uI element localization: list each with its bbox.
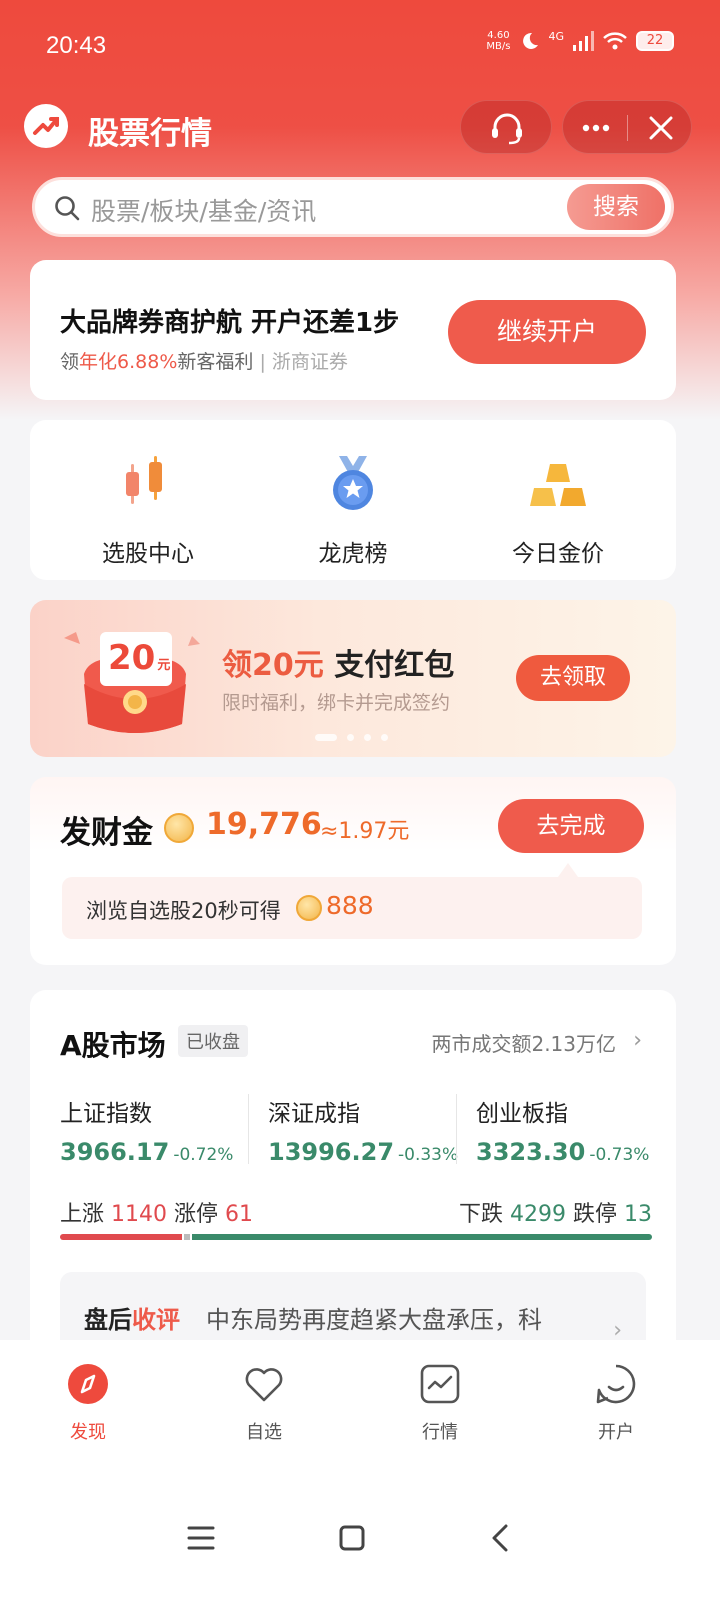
continue-open-account-button[interactable]: 继续开户 xyxy=(448,300,646,364)
advance-decline-bar xyxy=(60,1234,652,1240)
status-time: 20:43 xyxy=(46,32,107,59)
back-icon[interactable] xyxy=(488,1522,512,1554)
fortune-card: 发财金 19,776 ≈1.97元 去完成 浏览自选股20秒可得 888 xyxy=(30,777,676,965)
open-account-subtitle: 领年化6.88%新客福利 | 浙商证券 xyxy=(60,351,348,373)
task-tip: 浏览自选股20秒可得 888 xyxy=(62,877,642,939)
gold-bars-icon xyxy=(530,464,586,506)
bottom-tab-bar: 发现 自选 行情 开户 xyxy=(0,1340,720,1600)
market-title: A股市场 xyxy=(60,1029,166,1062)
red-packet-amount: 20 元 xyxy=(108,638,171,678)
capsule-menu xyxy=(562,100,692,154)
review-text: 中东局势再度趋紧大盘承压，科 xyxy=(206,1306,542,1334)
app-logo-icon xyxy=(24,104,68,148)
search-button[interactable]: 搜索 xyxy=(567,184,665,230)
network-speed: 4.60 MB/s xyxy=(486,30,511,52)
coin-icon xyxy=(164,813,194,843)
headset-icon xyxy=(492,113,522,145)
capsule-divider xyxy=(627,115,628,141)
medal-icon xyxy=(333,456,373,510)
advance-segment xyxy=(60,1234,182,1240)
banner-title: 领20元 支付红包 xyxy=(222,648,455,683)
decline-segment xyxy=(191,1234,652,1240)
signal-icon xyxy=(573,31,594,51)
tip-pointer xyxy=(558,863,578,877)
search-input[interactable]: 股票/板块/基金/资讯 xyxy=(91,192,316,228)
tools-card: 选股中心 龙虎榜 今日金价 xyxy=(30,420,676,580)
tab-discover[interactable]: 发现 xyxy=(28,1362,148,1444)
fortune-coins: 19,776 xyxy=(206,807,322,842)
open-account-title: 大品牌券商护航 开户还差1步 xyxy=(60,308,400,338)
tool-dragon-tiger-list[interactable]: 龙虎榜 xyxy=(263,454,443,568)
tab-market[interactable]: 行情 xyxy=(380,1362,500,1444)
tool-stock-picker[interactable]: 选股中心 xyxy=(58,454,238,568)
index-divider xyxy=(456,1094,457,1164)
menu-icon[interactable] xyxy=(186,1524,216,1552)
index-divider xyxy=(248,1094,249,1164)
fortune-label: 发财金 xyxy=(60,815,153,851)
review-label: 盘后收评 xyxy=(84,1306,180,1334)
claim-button[interactable]: 去领取 xyxy=(516,655,630,701)
battery-icon: 22 xyxy=(636,31,674,51)
market-status-badge: 已收盘 xyxy=(178,1025,248,1057)
app-title: 股票行情 xyxy=(88,116,212,152)
task-tip-text: 浏览自选股20秒可得 xyxy=(86,899,281,923)
market-breadth: 上涨 1140 涨停 61 下跌 4299 跌停 13 xyxy=(60,1202,652,1227)
chevron-right-icon[interactable]: › xyxy=(633,1028,642,1053)
red-packet-banner[interactable]: 20 元 领20元 支付红包 限时福利，绑卡并完成签约 去领取 xyxy=(30,600,676,757)
candlestick-icon xyxy=(126,456,162,504)
a-share-market-card: A股市场 已收盘 两市成交额2.13万亿 › 上证指数 3966.17 -0.72… xyxy=(30,990,676,1352)
customer-service-button[interactable] xyxy=(460,100,552,154)
app-bar: 股票行情 xyxy=(0,100,720,156)
market-volume-link[interactable]: 两市成交额2.13万亿 xyxy=(431,1028,616,1057)
close-icon[interactable] xyxy=(647,114,675,142)
heart-icon xyxy=(245,1368,283,1402)
tab-open-account[interactable]: 开户 xyxy=(556,1362,676,1444)
status-icons: 4.60 MB/s 4G 22 xyxy=(486,30,674,52)
home-icon[interactable] xyxy=(338,1524,366,1552)
system-navigation-bar xyxy=(0,1510,720,1570)
tool-gold-price[interactable]: 今日金价 xyxy=(468,454,648,568)
coin-icon xyxy=(296,895,322,921)
moon-icon xyxy=(523,32,539,49)
search-icon xyxy=(55,196,80,221)
tab-watchlist[interactable]: 自选 xyxy=(204,1362,324,1444)
carousel-indicator xyxy=(315,734,388,741)
search-bar[interactable]: 股票/板块/基金/资讯 搜索 xyxy=(32,177,674,237)
wifi-icon xyxy=(603,32,627,50)
status-bar: 20:43 4.60 MB/s 4G 22 xyxy=(0,0,720,92)
banner-subtitle: 限时福利，绑卡并完成签约 xyxy=(222,692,451,714)
index-shenzhen[interactable]: 深证成指 13996.27 -0.33% xyxy=(268,1094,468,1166)
chart-icon xyxy=(420,1364,460,1404)
index-chinext[interactable]: 创业板指 3323.30 -0.73% xyxy=(476,1094,676,1166)
compass-icon xyxy=(68,1364,108,1404)
task-tip-amount: 888 xyxy=(326,891,374,920)
flat-segment xyxy=(183,1234,190,1240)
open-account-card: 大品牌券商护航 开户还差1步 领年化6.88%新客福利 | 浙商证券 继续开户 xyxy=(30,260,676,400)
fortune-approx: ≈1.97元 xyxy=(320,819,410,844)
smile-icon xyxy=(596,1364,636,1404)
index-shanghai[interactable]: 上证指数 3966.17 -0.72% xyxy=(60,1094,260,1166)
network-type: 4G xyxy=(548,29,564,43)
go-complete-button[interactable]: 去完成 xyxy=(498,799,644,853)
more-icon[interactable] xyxy=(581,118,611,138)
